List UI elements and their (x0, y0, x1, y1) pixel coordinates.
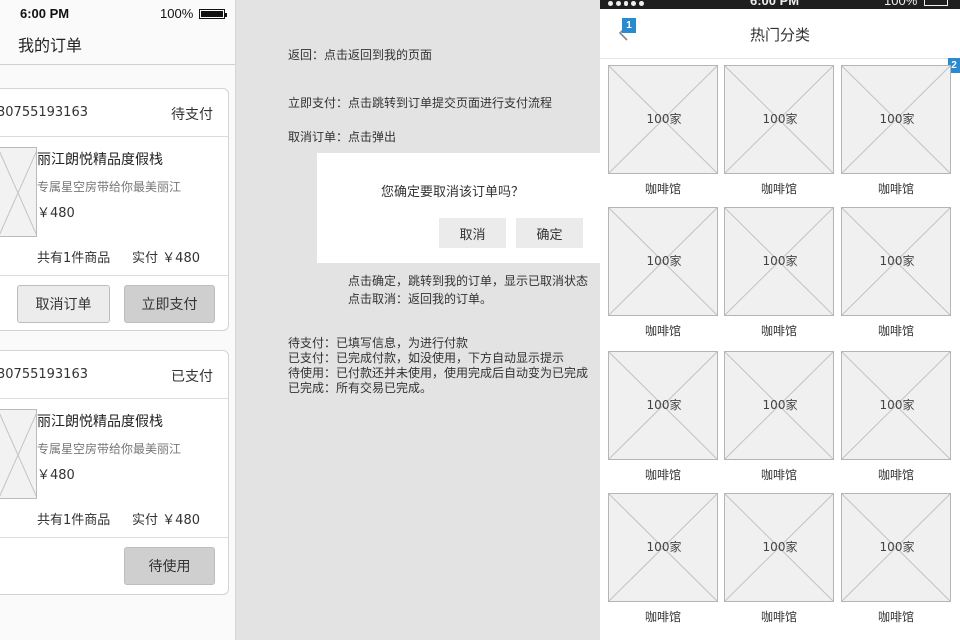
category-image-placeholder[interactable]: 100家 (608, 351, 718, 460)
items-count: 共有1件商品 (37, 251, 111, 266)
cancel-order-button[interactable]: 取消订单 (17, 285, 110, 323)
category-label: 咖啡馆 (877, 324, 914, 338)
category-label: 咖啡馆 (644, 468, 681, 482)
hot-categories-screen: 6:00 PM 100% 热门分类 1 2 100家 咖啡馆 100家 咖啡馆 100家… (600, 0, 960, 640)
category-count: 100家 (762, 112, 798, 126)
annotation-cancel-result: 点击取消：返回我的订单。 (348, 292, 493, 306)
annotation-back: 返回：点击返回到我的页面 (288, 48, 433, 62)
category-label: 咖啡馆 (877, 610, 914, 624)
status-legend-item: 已完成：所有交易已完成。 (288, 381, 433, 395)
category-label: 咖啡馆 (760, 182, 797, 196)
my-orders-screen: 6:00 PM 100% 我的订单 30755193163 待支付 丽江朗悦精品… (0, 0, 236, 640)
hotel-name[interactable]: 丽江朗悦精品度假栈 (37, 411, 163, 431)
order-card: 30755193163 待支付 丽江朗悦精品度假栈 专属星空房带给你最美丽江 ￥… (0, 88, 229, 331)
items-count: 共有1件商品 (37, 513, 111, 528)
annotation-cancel-order: 取消订单：点击弹出 (288, 130, 397, 144)
dialog-confirm-button[interactable]: 确定 (516, 218, 583, 248)
category-image-placeholder[interactable]: 100家 (608, 65, 718, 174)
page-title: 我的订单 (18, 36, 83, 55)
category-count: 100家 (879, 540, 915, 554)
card-divider (0, 275, 228, 276)
category-label: 咖啡馆 (760, 324, 797, 338)
order-number: 30755193163 (0, 105, 88, 120)
category-count: 100家 (879, 112, 915, 126)
nav-bar: 热门分类 (600, 9, 960, 59)
hotel-image-placeholder[interactable] (0, 409, 37, 499)
category-image-placeholder[interactable]: 100家 (724, 65, 834, 174)
category-count: 100家 (762, 540, 798, 554)
cancel-confirm-dialog: 您确定要取消该订单吗？ 取消 确定 (317, 153, 600, 263)
category-count: 100家 (879, 254, 915, 268)
category-image-placeholder[interactable]: 100家 (841, 207, 951, 316)
to-use-button[interactable]: 待使用 (124, 547, 215, 585)
category-count: 100家 (762, 398, 798, 412)
category-count: 100家 (646, 398, 682, 412)
category-image-placeholder[interactable]: 100家 (608, 207, 718, 316)
category-image-placeholder[interactable]: 100家 (724, 207, 834, 316)
status-legend-item: 待使用：已付款还并未使用，使用完成后自动变为已完成 (288, 366, 589, 380)
annotation-pay-now: 立即支付：点击跳转到订单提交页面进行支付流程 (288, 96, 553, 110)
category-image-placeholder[interactable]: 100家 (841, 493, 951, 602)
page-title: 热门分类 (749, 26, 810, 44)
order-number: 30755193163 (0, 367, 88, 382)
title-divider (0, 64, 235, 65)
category-image-placeholder[interactable]: 100家 (841, 65, 951, 174)
order-status: 已支付 (171, 369, 213, 385)
category-label: 咖啡馆 (760, 468, 797, 482)
hotel-price: ￥480 (37, 206, 75, 221)
paid-amount: 实付 ￥480 (132, 513, 200, 528)
status-time: 6:00 PM (750, 0, 800, 8)
hotel-price: ￥480 (37, 468, 75, 483)
hotel-description: 专属星空房带给你最美丽江 (37, 442, 182, 456)
category-label: 咖啡馆 (877, 182, 914, 196)
status-bar: 6:00 PM 100% (0, 0, 235, 26)
paid-amount: 实付 ￥480 (132, 251, 200, 266)
category-label: 咖啡馆 (644, 610, 681, 624)
category-image-placeholder[interactable]: 100家 (608, 493, 718, 602)
hotel-name[interactable]: 丽江朗悦精品度假栈 (37, 149, 163, 169)
pay-now-button[interactable]: 立即支付 (124, 285, 215, 323)
category-count: 100家 (879, 398, 915, 412)
category-label: 咖啡馆 (644, 324, 681, 338)
hotel-description: 专属星空房带给你最美丽江 (37, 180, 182, 194)
order-card-header: 30755193163 待支付 (0, 89, 228, 137)
dialog-message: 您确定要取消该订单吗？ (381, 185, 525, 200)
dialog-cancel-button[interactable]: 取消 (439, 218, 506, 248)
category-label: 咖啡馆 (644, 182, 681, 196)
annotation-confirm-result: 点击确定，跳转到我的订单，显示已取消状态 (348, 274, 589, 288)
battery-icon (199, 9, 227, 19)
category-image-placeholder[interactable]: 100家 (724, 493, 834, 602)
battery-percent: 100% (884, 0, 918, 8)
status-time: 6:00 PM (20, 6, 70, 21)
battery-percent: 100% (160, 6, 194, 21)
card-divider (0, 537, 228, 538)
category-image-placeholder[interactable]: 100家 (724, 351, 834, 460)
category-label: 咖啡馆 (760, 610, 797, 624)
status-bar: 6:00 PM 100% (600, 0, 960, 9)
category-count: 100家 (646, 540, 682, 554)
signal-icon (608, 1, 644, 6)
hotel-image-placeholder[interactable] (0, 147, 37, 237)
battery-icon (924, 0, 948, 6)
category-count: 100家 (646, 112, 682, 126)
order-card-header: 30755193163 已支付 (0, 351, 228, 399)
status-legend-item: 待支付：已填写信息，为进行付款 (288, 336, 469, 350)
order-status: 待支付 (171, 107, 213, 123)
category-image-placeholder[interactable]: 100家 (841, 351, 951, 460)
order-card: 30755193163 已支付 丽江朗悦精品度假栈 专属星空房带给你最美丽江 ￥… (0, 350, 229, 595)
category-count: 100家 (762, 254, 798, 268)
annotation-marker: 1 (622, 18, 636, 33)
category-count: 100家 (646, 254, 682, 268)
status-legend-item: 已支付：已完成付款，如没使用，下方自动显示提示 (288, 351, 565, 365)
category-label: 咖啡馆 (877, 468, 914, 482)
